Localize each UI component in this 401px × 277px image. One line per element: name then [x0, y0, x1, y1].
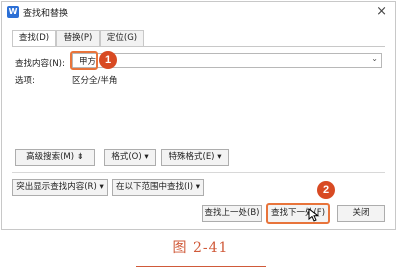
tab-replace[interactable]: 替换(P)	[56, 30, 100, 46]
advanced-search-button[interactable]: 高级搜索(M) ⇟	[15, 149, 95, 166]
dialog-title: 查找和替换	[23, 9, 69, 19]
find-what-label: 查找内容(N):	[15, 59, 65, 69]
find-previous-button[interactable]: 查找上一处(B)	[202, 205, 262, 222]
options-label: 选项:	[15, 76, 35, 86]
tab-find[interactable]: 查找(D)	[12, 30, 56, 47]
section-divider	[12, 172, 385, 173]
close-icon[interactable]: ×	[376, 4, 387, 20]
options-value: 区分全/半角	[72, 76, 118, 86]
format-button[interactable]: 格式(O) ▾	[104, 149, 156, 166]
step-2-callout: 2	[317, 181, 335, 199]
close-button[interactable]: 关闭	[337, 205, 385, 222]
chevron-down-icon[interactable]: ⌄	[371, 54, 378, 63]
tab-goto[interactable]: 定位(G)	[100, 30, 144, 46]
find-what-input[interactable]: 甲方 ⌄	[72, 53, 382, 68]
figure-caption: 图 2-41	[172, 240, 229, 256]
find-replace-dialog: W 查找和替换 × 查找(D) 替换(P) 定位(G) 查找内容(N): 甲方 …	[1, 1, 396, 230]
highlight-all-button[interactable]: 突出显示查找内容(R) ▾	[12, 179, 108, 196]
title-bar: W 查找和替换 ×	[2, 2, 395, 23]
find-value-highlight	[70, 51, 98, 70]
find-in-button[interactable]: 在以下范围中查找(I) ▾	[112, 179, 204, 196]
mouse-pointer-icon	[308, 208, 320, 222]
special-format-button[interactable]: 特殊格式(E) ▾	[161, 149, 229, 166]
wps-app-icon: W	[7, 6, 19, 18]
step-1-callout: 1	[99, 51, 117, 69]
tab-divider	[12, 46, 385, 47]
find-next-button[interactable]: 查找下一处(F)	[266, 203, 330, 224]
caption-underline	[136, 266, 266, 267]
